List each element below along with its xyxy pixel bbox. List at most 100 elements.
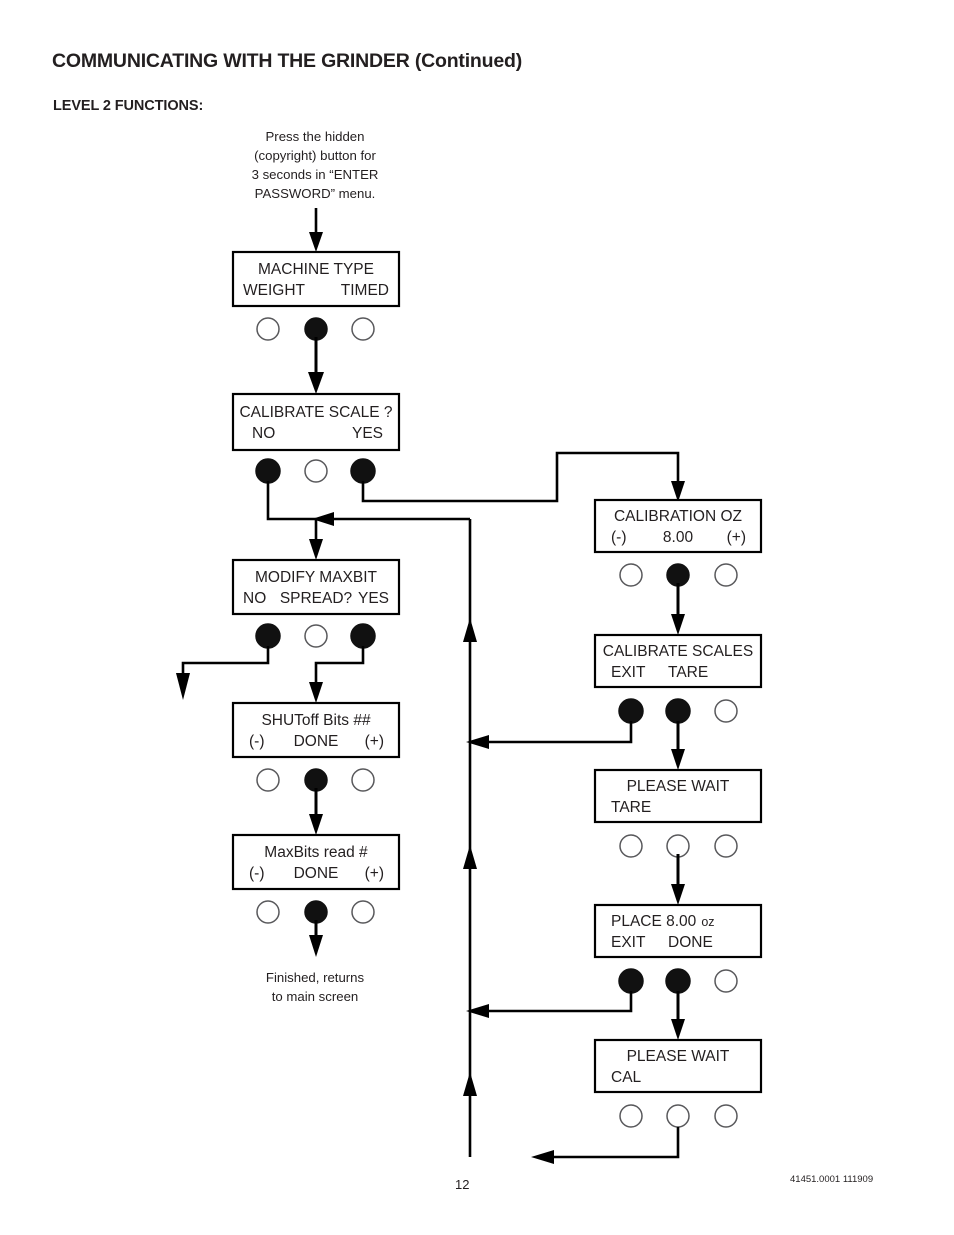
- connector-place-8oz-exit-to-bus: [466, 991, 633, 1018]
- connector-maxbits-read-to-finish: [309, 920, 323, 957]
- box-maxbits-read: MaxBits read # (-) DONE (+): [231, 833, 401, 891]
- shutoff-bits-plus: (+): [365, 733, 384, 750]
- button-calibration-oz-left[interactable]: [619, 563, 643, 587]
- please-wait-cal-line2: CAL: [611, 1069, 642, 1086]
- box-calibration-oz: CALIBRATION OZ (-) 8.00 (+): [593, 498, 763, 554]
- machine-type-weight: WEIGHT: [243, 282, 306, 299]
- button-machine-type-right[interactable]: [351, 317, 375, 341]
- entry-note-line-3: 3 seconds in “ENTER: [252, 167, 379, 182]
- button-shutoff-bits-middle[interactable]: [304, 768, 328, 792]
- connector-machine-type-to-calibrate-scale: [308, 337, 324, 394]
- connector-place-8oz-done-to-please-wait-cal: [671, 991, 685, 1040]
- button-please-wait-cal-right[interactable]: [714, 1104, 738, 1128]
- machine-type-timed: TIMED: [341, 282, 389, 299]
- box-please-wait-tare: PLEASE WAIT TARE: [593, 768, 763, 824]
- button-modify-maxbit-middle[interactable]: [304, 624, 328, 648]
- maxbits-read-line1: MaxBits read #: [264, 844, 368, 861]
- connector-calibrate-scales-tare-to-please-wait: [671, 721, 685, 770]
- button-maxbits-read-middle[interactable]: [304, 900, 328, 924]
- buttons-calibration-oz: [619, 563, 738, 587]
- button-please-wait-tare-right[interactable]: [714, 834, 738, 858]
- button-calibrate-scales-left[interactable]: [618, 698, 644, 724]
- buttons-modify-maxbit: [255, 623, 376, 649]
- place-8oz-done: DONE: [668, 934, 713, 951]
- exit-note-line-1: Finished, returns: [266, 970, 365, 985]
- place-8oz-unit: oz: [701, 915, 714, 929]
- button-please-wait-cal-middle[interactable]: [666, 1104, 690, 1128]
- box-machine-type: MACHINE TYPE WEIGHT TIMED: [231, 250, 401, 308]
- box-shutoff-bits: SHUToff Bits ## (-) DONE (+): [231, 701, 401, 759]
- button-machine-type-middle[interactable]: [304, 317, 328, 341]
- machine-type-line1: MACHINE TYPE: [258, 261, 374, 278]
- calibrate-scales-tare: TARE: [668, 664, 708, 681]
- connector-calibrate-scales-exit-to-bus: [466, 721, 633, 749]
- box-calibrate-scale: CALIBRATE SCALE ? NO YES: [231, 392, 401, 452]
- button-shutoff-bits-left[interactable]: [256, 768, 280, 792]
- button-shutoff-bits-right[interactable]: [351, 768, 375, 792]
- button-calibration-oz-middle[interactable]: [666, 563, 690, 587]
- maxbits-read-done: DONE: [294, 865, 339, 882]
- please-wait-cal-line1: PLEASE WAIT: [627, 1048, 730, 1065]
- entry-note-line-2: (copyright) button for: [254, 148, 376, 163]
- entry-note-line-4: PASSWORD” menu.: [255, 186, 376, 201]
- button-calibration-oz-right[interactable]: [714, 563, 738, 587]
- connector-shutoff-to-maxbits-read: [309, 788, 323, 835]
- modify-maxbit-line1: MODIFY MAXBIT: [255, 569, 378, 586]
- calibration-oz-line1: CALIBRATION OZ: [614, 508, 742, 525]
- manual-page: COMMUNICATING WITH THE GRINDER (Continue…: [0, 0, 954, 1235]
- connector-calibration-oz-to-calibrate-scales: [671, 583, 685, 635]
- entry-note-line-1: Press the hidden: [266, 129, 365, 144]
- buttons-maxbits-read: [256, 900, 375, 924]
- connector-calscale-no-to-modify-maxbit: [266, 481, 323, 560]
- maxbits-read-plus: (+): [365, 865, 384, 882]
- calibration-oz-plus: (+): [727, 529, 746, 546]
- buttons-please-wait-tare: [619, 834, 738, 858]
- calibration-oz-minus: (-): [611, 529, 627, 546]
- button-please-wait-tare-middle[interactable]: [666, 834, 690, 858]
- shutoff-bits-line1: SHUToff Bits ##: [261, 712, 371, 729]
- place-8oz-exit: EXIT: [611, 934, 646, 951]
- footer-document-code: 41451.0001 111909: [790, 1174, 874, 1185]
- calibrate-scales-exit: EXIT: [611, 664, 646, 681]
- calibrate-scale-line1: CALIBRATE SCALE ?: [239, 404, 392, 421]
- maxbits-read-minus: (-): [249, 865, 265, 882]
- buttons-machine-type: [256, 317, 375, 341]
- button-calibrate-scales-middle[interactable]: [665, 698, 691, 724]
- button-maxbits-read-right[interactable]: [351, 900, 375, 924]
- connector-entry-to-machine-type: [309, 208, 323, 252]
- entry-note: Press the hidden (copyright) button for …: [252, 129, 379, 201]
- button-please-wait-cal-left[interactable]: [619, 1104, 643, 1128]
- button-place-8oz-right[interactable]: [714, 969, 738, 993]
- shutoff-bits-minus: (-): [249, 733, 265, 750]
- shutoff-bits-done: DONE: [294, 733, 339, 750]
- exit-note-line-2: to main screen: [272, 989, 359, 1004]
- buttons-calibrate-scale: [255, 458, 376, 484]
- button-calibrate-scale-left[interactable]: [255, 458, 281, 484]
- box-please-wait-cal: PLEASE WAIT CAL: [593, 1038, 763, 1094]
- connector-modify-maxbit-yes-to-shutoff: [309, 646, 365, 703]
- button-maxbits-read-left[interactable]: [256, 900, 280, 924]
- button-modify-maxbit-right[interactable]: [350, 623, 376, 649]
- box-modify-maxbit: MODIFY MAXBIT NO SPREAD? YES: [231, 558, 401, 616]
- button-place-8oz-middle[interactable]: [665, 968, 691, 994]
- box-calibrate-scales: CALIBRATE SCALES EXIT TARE: [593, 633, 763, 689]
- button-calibrate-scale-middle[interactable]: [304, 459, 328, 483]
- buttons-please-wait-cal: [619, 1104, 738, 1128]
- button-calibrate-scale-right[interactable]: [350, 458, 376, 484]
- modify-maxbit-spread: SPREAD?: [280, 590, 353, 607]
- calibration-oz-value: 8.00: [663, 529, 694, 546]
- button-place-8oz-left[interactable]: [618, 968, 644, 994]
- button-machine-type-left[interactable]: [256, 317, 280, 341]
- buttons-shutoff-bits: [256, 768, 375, 792]
- button-please-wait-tare-left[interactable]: [619, 834, 643, 858]
- button-modify-maxbit-left[interactable]: [255, 623, 281, 649]
- buttons-place-8oz: [618, 968, 738, 994]
- modify-maxbit-no: NO: [243, 590, 266, 607]
- button-calibrate-scales-right[interactable]: [714, 699, 738, 723]
- connector-calscale-yes-to-calibration-oz: [361, 451, 685, 503]
- level2-flow-diagram: Press the hidden (copyright) button for …: [176, 129, 763, 1164]
- calibrate-scales-line1: CALIBRATE SCALES: [603, 643, 753, 660]
- exit-note: Finished, returns to main screen: [266, 970, 365, 1004]
- connector-modify-maxbit-no-exit: [176, 646, 270, 700]
- box-place-8oz: PLACE 8.00 oz EXIT DONE: [593, 903, 763, 959]
